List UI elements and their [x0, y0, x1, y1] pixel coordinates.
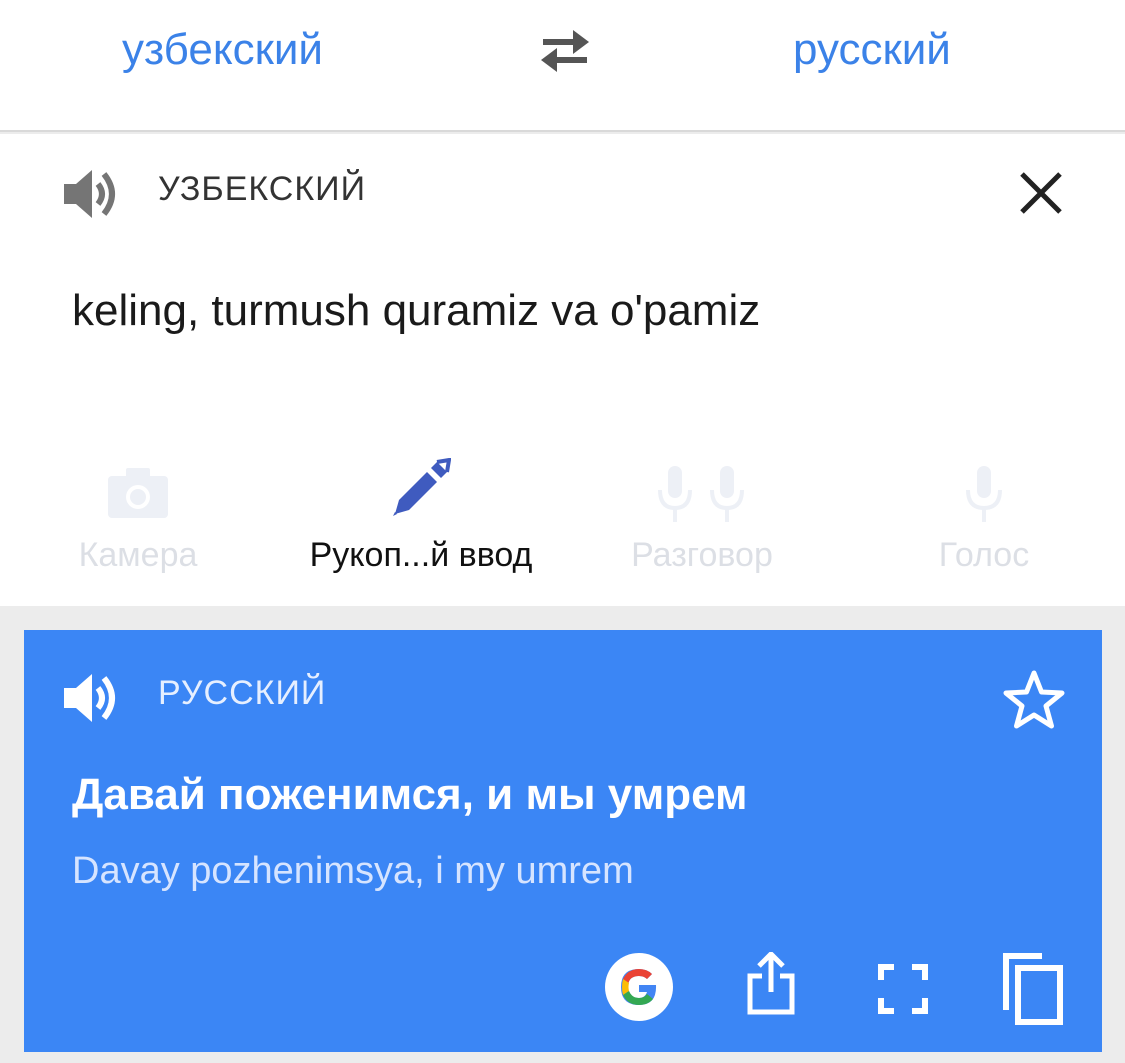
tool-conversation[interactable]: Разговор: [600, 464, 804, 584]
save-phrase-button[interactable]: [1002, 668, 1066, 732]
speaker-icon: [64, 170, 115, 218]
pen-icon: [393, 458, 451, 516]
language-bar: узбекский русский: [0, 0, 1125, 132]
translate-screen: узбекский русский УЗБЕКСКИЙ keling, turm…: [0, 0, 1125, 1063]
mic-icon: [966, 466, 1002, 522]
source-speaker-button[interactable]: [60, 166, 122, 222]
tool-handwriting-label: Рукоп...й ввод: [309, 536, 533, 574]
copy-icon: [1003, 953, 1063, 1025]
conversation-mic-icon: [658, 466, 744, 522]
star-icon: [1003, 670, 1065, 729]
speaker-icon: [64, 674, 115, 722]
copy-button[interactable]: [1000, 952, 1064, 1026]
close-icon: [1020, 172, 1062, 214]
google-search-button[interactable]: [604, 952, 674, 1022]
target-language-button[interactable]: русский: [793, 22, 951, 78]
source-language-label: УЗБЕКСКИЙ: [158, 170, 367, 208]
transliteration-text: Davay pozhenimsya, i my umrem: [72, 850, 634, 892]
target-language-label: РУССКИЙ: [158, 674, 327, 712]
tool-camera[interactable]: Камера: [48, 464, 228, 584]
source-text-input[interactable]: keling, turmush quramiz va o'pamiz: [72, 286, 760, 336]
tool-conversation-label: Разговор: [631, 536, 773, 574]
fullscreen-button[interactable]: [878, 964, 928, 1014]
tool-voice[interactable]: Голос: [904, 464, 1064, 584]
fullscreen-icon: [878, 964, 928, 1014]
swap-languages-button[interactable]: [533, 26, 597, 74]
share-button[interactable]: [746, 950, 796, 1016]
tool-handwriting[interactable]: Рукоп...й ввод: [276, 458, 566, 584]
target-speaker-button[interactable]: [60, 670, 122, 726]
tool-camera-label: Камера: [78, 536, 198, 574]
translation-result-card[interactable]: РУССКИЙ Давай поженимся, и мы умрем Dava…: [24, 630, 1102, 1052]
clear-input-button[interactable]: [1016, 168, 1066, 218]
source-language-button[interactable]: узбекский: [122, 22, 323, 78]
swap-arrows-icon: [541, 30, 589, 72]
input-card: УЗБЕКСКИЙ keling, turmush quramiz va o'p…: [0, 134, 1125, 606]
translation-text: Давай поженимся, и мы умрем: [72, 770, 748, 819]
camera-icon: [108, 468, 168, 518]
tool-voice-label: Голос: [938, 536, 1030, 574]
google-icon: [605, 953, 673, 1021]
share-icon: [747, 950, 795, 1015]
